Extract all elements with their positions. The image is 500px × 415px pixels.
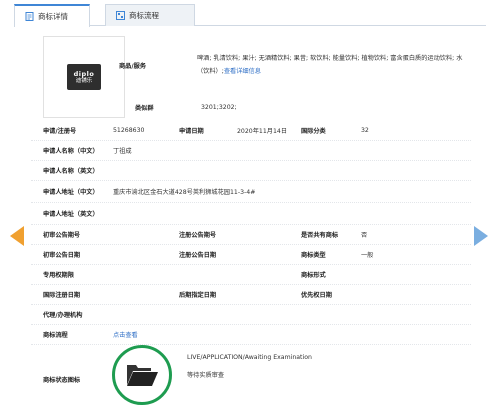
exclusive-row: 专用权期限 商标形式 <box>31 265 471 285</box>
goods-label: 商品/服务 <box>119 62 147 70</box>
intl-class-value: 32 <box>361 127 369 134</box>
agent-label: 代理/办理机构 <box>43 312 83 319</box>
address-cn-value: 重庆市渝北区金石大道428号英利狮城花园11-3-4# <box>113 189 256 196</box>
intl-reg-date-label: 国际注册日期 <box>43 292 81 299</box>
tm-type-value: 一般 <box>361 252 374 259</box>
intl-class-label: 国际分类 <box>301 128 326 135</box>
similar-group-label: 类似群 <box>135 104 154 112</box>
address-cn-label: 申请人地址（中文） <box>43 189 99 196</box>
flow-icon <box>116 11 125 20</box>
address-cn-row: 申请人地址（中文） 重庆市渝北区金石大道428号英利狮城花园11-3-4# <box>31 181 471 203</box>
applicant-cn-row: 申请人名称（中文） 丁祖成 <box>31 141 471 161</box>
goods-detail-link[interactable]: 查看详细信息 <box>224 68 261 75</box>
applicant-en-label: 申请人名称（英文） <box>43 168 99 175</box>
next-arrow-icon[interactable] <box>474 226 488 246</box>
goods-row: 商品/服务 啤酒; 乳清饮料; 果汁; 无酒精饮料; 果昔; 软饮料; 能量饮料… <box>31 34 471 96</box>
status-en: LIVE/APPLICATION/Awaiting Examination <box>187 354 312 361</box>
priority-date-label: 优先权日期 <box>301 292 332 299</box>
prelim-issue-label: 初审公告期号 <box>43 232 81 239</box>
reg-no-value: 51268630 <box>113 127 145 134</box>
issue-row: 初审公告期号 注册公告期号 是否共有商标 否 <box>31 225 471 245</box>
folder-open-icon <box>125 361 159 389</box>
status-text: LIVE/APPLICATION/Awaiting Examination 等待… <box>187 351 312 383</box>
status-row: 商标状态图标 LIVE/APPLICATION/Awaiting Examina… <box>31 345 471 413</box>
status-cn: 等待实质审查 <box>187 372 225 379</box>
process-row: 商标流程 点击查看 <box>31 325 471 345</box>
tab-bar: 商标详情 商标流程 <box>14 4 486 27</box>
prelim-date-label: 初审公告日期 <box>43 252 81 259</box>
process-view-link[interactable]: 点击查看 <box>113 325 138 344</box>
tab-label: 商标流程 <box>129 11 159 20</box>
announce-date-row: 初审公告日期 注册公告日期 商标类型 一般 <box>31 245 471 265</box>
detail-panel: diplo 迪铺乐 商品/服务 啤酒; 乳清饮料; 果汁; 无酒精饮料; 果昔;… <box>31 30 471 415</box>
intl-date-row: 国际注册日期 后期指定日期 优先权日期 <box>31 285 471 305</box>
status-badge <box>112 345 172 405</box>
process-label: 商标流程 <box>43 332 68 339</box>
reg-issue-label: 注册公告期号 <box>179 232 217 239</box>
similar-group-value: 3201;3202; <box>201 103 237 111</box>
agent-row: 代理/办理机构 <box>31 305 471 325</box>
similar-group-row: 类似群 3201;3202; <box>31 96 471 118</box>
applicant-en-row: 申请人名称（英文） <box>31 161 471 181</box>
shared-label: 是否共有商标 <box>301 232 339 239</box>
tab-label: 商标详情 <box>38 12 68 21</box>
apply-date-value: 2020年11月14日 <box>237 128 288 135</box>
reg-row: 申请/注册号 51268630 申请日期 2020年11月14日 国际分类 32 <box>31 121 471 141</box>
exclusive-label: 专用权期限 <box>43 272 74 279</box>
tab-trademark-detail[interactable]: 商标详情 <box>14 4 90 27</box>
prev-arrow-icon[interactable] <box>10 226 24 246</box>
document-icon <box>25 12 34 21</box>
reg-no-label: 申请/注册号 <box>43 128 77 135</box>
address-en-label: 申请人地址（英文） <box>43 211 99 218</box>
shared-value: 否 <box>361 232 368 239</box>
applicant-cn-value: 丁祖成 <box>113 148 132 155</box>
apply-date-label: 申请日期 <box>179 128 204 135</box>
reg-date-label: 注册公告日期 <box>179 252 217 259</box>
later-date-label: 后期指定日期 <box>179 292 217 299</box>
tab-trademark-flow[interactable]: 商标流程 <box>105 4 195 26</box>
goods-value-wrap: 啤酒; 乳清饮料; 果汁; 无酒精饮料; 果昔; 软饮料; 能量饮料; 植物饮料… <box>197 34 469 96</box>
address-en-row: 申请人地址（英文） <box>31 203 471 225</box>
applicant-cn-label: 申请人名称（中文） <box>43 148 99 155</box>
tm-type-label: 商标类型 <box>301 252 326 259</box>
status-icon-label: 商标状态图标 <box>43 376 81 384</box>
tm-form-label: 商标形式 <box>301 272 326 279</box>
